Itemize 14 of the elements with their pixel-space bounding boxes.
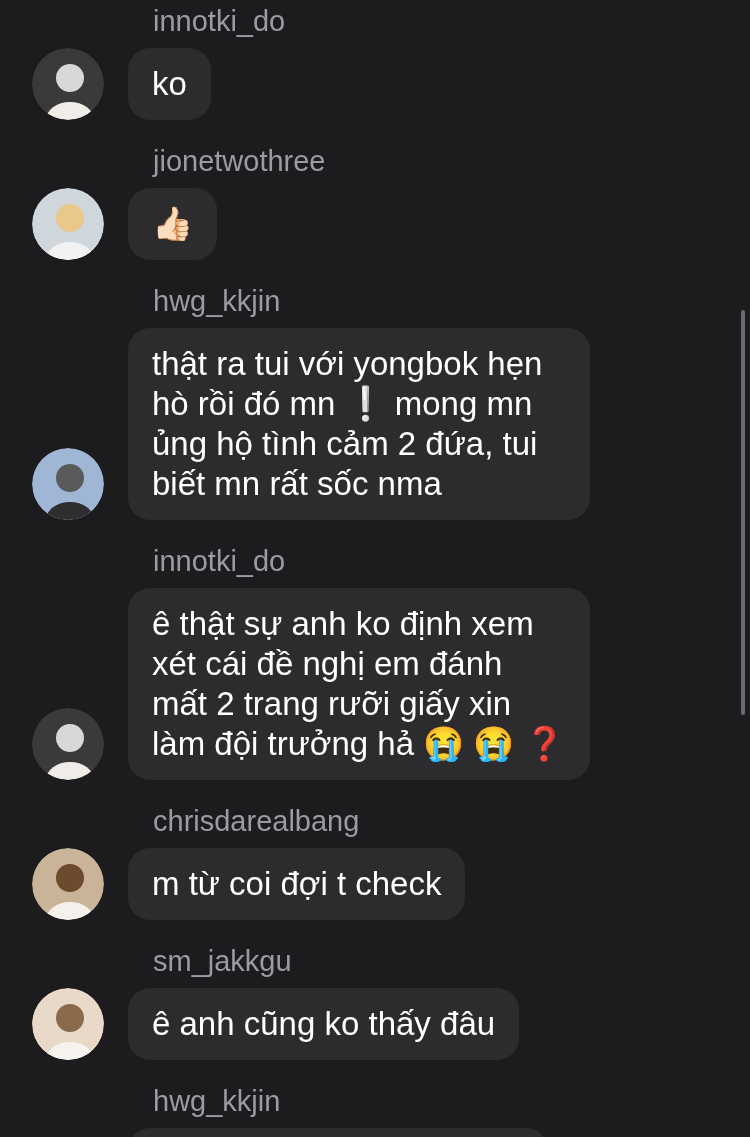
username: jionetwothree [153, 144, 326, 180]
message-bubble: ê thật sự anh ko định xem xét cái đề nghị em đánh mất 2 trang rưỡi giấy xin làm đội trưởng hả 😭 😭 ❓ [128, 588, 590, 780]
scrollbar[interactable] [741, 310, 745, 715]
username: sm_jakkgu [153, 944, 292, 980]
username: innotki_do [153, 4, 286, 40]
message-bubble: ko [128, 48, 211, 120]
message-bubble: m từ coi đợi t check [128, 848, 466, 920]
username: innotki_do [153, 544, 286, 580]
message-bubble: ê anh cũng ko thấy đâu [128, 988, 520, 1060]
message-bubble: 👍🏻 [128, 188, 217, 260]
username: hwg_kkjin [153, 284, 281, 320]
username: chrisdarealbang [153, 804, 360, 840]
username: hwg_kkjin [153, 1084, 281, 1120]
message-bubble: thật ra tui với yongbok hẹn hò rồi đó mn ❕ mong mn ủng hộ tình cảm 2 đứa, tui biết mn rất sốc nma [128, 328, 590, 520]
